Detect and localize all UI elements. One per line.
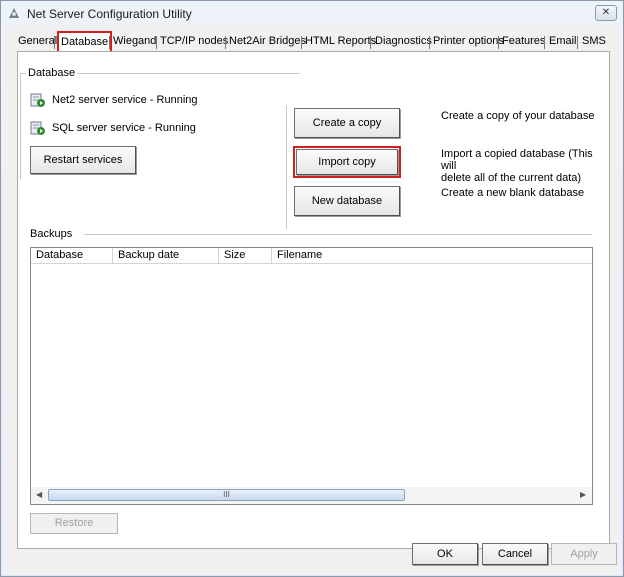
tab-features[interactable]: Features <box>502 33 545 50</box>
tab-separator <box>370 36 371 49</box>
database-group-label: Database <box>26 67 78 79</box>
tab-printer-options[interactable]: Printer options <box>433 33 504 50</box>
tab-separator <box>577 36 578 49</box>
app-icon <box>9 8 19 18</box>
backups-group-label: Backups <box>28 228 75 240</box>
window-title: Net Server Configuration Utility <box>27 7 192 21</box>
import-copy-description-line1: Import a copied database (This will <box>441 148 593 172</box>
net2-service-text: Net2 server service - Running <box>52 94 198 106</box>
column-header-database[interactable]: Database <box>31 248 113 263</box>
tab-separator <box>109 36 110 49</box>
tab-separator <box>429 36 430 49</box>
new-database-button[interactable]: New database <box>294 186 400 216</box>
column-header-size[interactable]: Size <box>219 248 272 263</box>
database-tab-panel: Database Net2 server service - Running S… <box>17 51 610 549</box>
restart-services-button[interactable]: Restart services <box>30 146 136 174</box>
column-header-filename[interactable]: Filename <box>272 248 592 263</box>
tab-sms[interactable]: SMS <box>582 33 606 50</box>
close-button[interactable]: ✕ <box>595 5 617 21</box>
import-copy-button[interactable]: Import copy <box>293 146 401 178</box>
scroll-right-arrow-icon[interactable]: ▶ <box>580 490 586 499</box>
main-window: Net Server Configuration Utility ✕ Gener… <box>0 0 624 577</box>
ok-button[interactable]: OK <box>412 543 478 565</box>
tab-wiegand[interactable]: Wiegand <box>113 33 156 50</box>
import-copy-description: Import a copied database (This will dele… <box>441 148 609 184</box>
tab-separator <box>301 36 302 49</box>
tab-general[interactable]: General <box>18 33 57 50</box>
sql-service-text: SQL server service - Running <box>52 122 196 134</box>
create-copy-description: Create a copy of your database <box>441 110 595 122</box>
backups-group-frame <box>84 234 592 235</box>
scroll-left-arrow-icon[interactable]: ◀ <box>36 490 42 499</box>
restore-button[interactable]: Restore <box>30 513 118 534</box>
tab-tcpip-nodes[interactable]: TCP/IP nodes <box>160 33 228 50</box>
cancel-button[interactable]: Cancel <box>482 543 548 565</box>
import-copy-description-line2: delete all of the current data) <box>441 172 582 184</box>
tab-net2air-bridges[interactable]: Net2Air Bridges <box>229 33 306 50</box>
dialog-body: General Database Wiegand TCP/IP nodes Ne… <box>2 25 622 575</box>
create-copy-button[interactable]: Create a copy <box>294 108 400 138</box>
horizontal-scrollbar[interactable]: ◀ III ▶ <box>31 487 592 504</box>
backups-table[interactable]: Database Backup date Size Filename ◀ III… <box>30 247 593 505</box>
scroll-thumb[interactable]: III <box>48 489 405 501</box>
tab-separator <box>544 36 545 49</box>
tab-separator <box>498 36 499 49</box>
new-database-description: Create a new blank database <box>441 187 585 199</box>
database-group-frame <box>20 73 21 179</box>
apply-button[interactable]: Apply <box>551 543 617 565</box>
tab-email[interactable]: Email <box>549 33 577 50</box>
database-group-divider <box>286 105 287 229</box>
tab-separator <box>54 36 55 49</box>
service-running-icon <box>30 121 45 135</box>
tab-html-reports[interactable]: HTML Reports <box>305 33 376 50</box>
tab-separator <box>225 36 226 49</box>
service-running-icon <box>30 93 45 107</box>
tab-separator <box>156 36 157 49</box>
tab-diagnostics[interactable]: Diagnostics <box>375 33 432 50</box>
backups-table-header: Database Backup date Size Filename <box>31 248 592 264</box>
column-header-backup-date[interactable]: Backup date <box>113 248 219 263</box>
title-bar: Net Server Configuration Utility ✕ <box>1 1 623 25</box>
